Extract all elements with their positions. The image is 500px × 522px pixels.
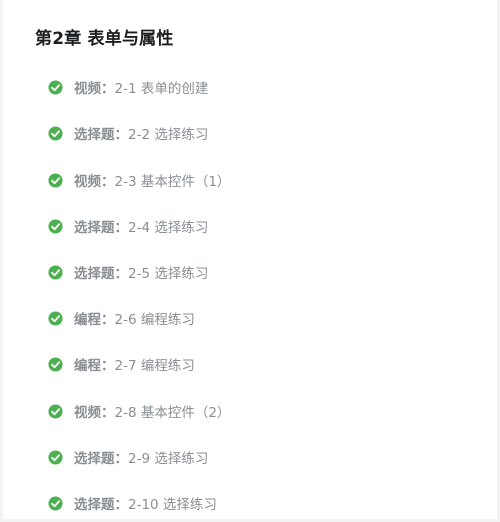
lesson-type: 编程：: [74, 312, 115, 328]
lesson-item[interactable]: 选择题： 2-10 选择练习: [48, 492, 217, 514]
lesson-item[interactable]: 选择题： 2-5 选择练习: [48, 261, 208, 283]
lesson-name: 2-7 编程练习: [114, 358, 195, 374]
lesson-item[interactable]: 编程： 2-7 编程练习: [48, 353, 195, 375]
lesson-item[interactable]: 选择题： 2-2 选择练习: [48, 122, 208, 144]
lesson-type: 视频：: [74, 81, 115, 97]
lesson-item[interactable]: 视频： 2-8 基本控件（2）: [48, 400, 230, 422]
lesson-name: 2-4 选择练习: [128, 220, 209, 236]
chapter-title: 第2章 表单与属性: [35, 29, 174, 49]
check-circle-icon: [48, 310, 63, 326]
lesson-name: 2-3 基本控件（1）: [114, 174, 231, 190]
check-circle-icon: [48, 125, 63, 141]
check-circle-icon: [48, 218, 63, 234]
lesson-item[interactable]: 选择题： 2-4 选择练习: [48, 215, 208, 237]
lesson-name: 2-1 表单的创建: [114, 81, 209, 97]
lesson-type: 选择题：: [74, 497, 128, 513]
lesson-type: 选择题：: [74, 451, 128, 467]
lesson-name: 2-6 编程练习: [114, 312, 195, 328]
lesson-item[interactable]: 视频： 2-1 表单的创建: [48, 76, 208, 98]
check-circle-icon: [48, 449, 63, 465]
lesson-name: 2-5 选择练习: [128, 266, 209, 282]
check-circle-icon: [48, 79, 63, 95]
lesson-type: 编程：: [74, 358, 115, 374]
lesson-type: 视频：: [74, 405, 115, 421]
check-circle-icon: [48, 495, 63, 511]
lesson-name: 2-9 选择练习: [128, 451, 209, 467]
check-circle-icon: [48, 264, 63, 280]
check-circle-icon: [48, 403, 63, 419]
lesson-type: 选择题：: [74, 220, 128, 236]
lesson-item[interactable]: 选择题： 2-9 选择练习: [48, 446, 208, 468]
lesson-name: 2-2 选择练习: [128, 127, 209, 143]
lesson-type: 选择题：: [74, 127, 128, 143]
lesson-name: 2-10 选择练习: [128, 497, 217, 513]
check-circle-icon: [48, 356, 63, 372]
lesson-item[interactable]: 编程： 2-6 编程练习: [48, 307, 195, 329]
check-circle-icon: [48, 172, 63, 188]
lesson-item[interactable]: 视频： 2-3 基本控件（1）: [48, 169, 230, 191]
lesson-name: 2-8 基本控件（2）: [114, 405, 231, 421]
lesson-type: 视频：: [74, 174, 115, 190]
lesson-type: 选择题：: [74, 266, 128, 282]
